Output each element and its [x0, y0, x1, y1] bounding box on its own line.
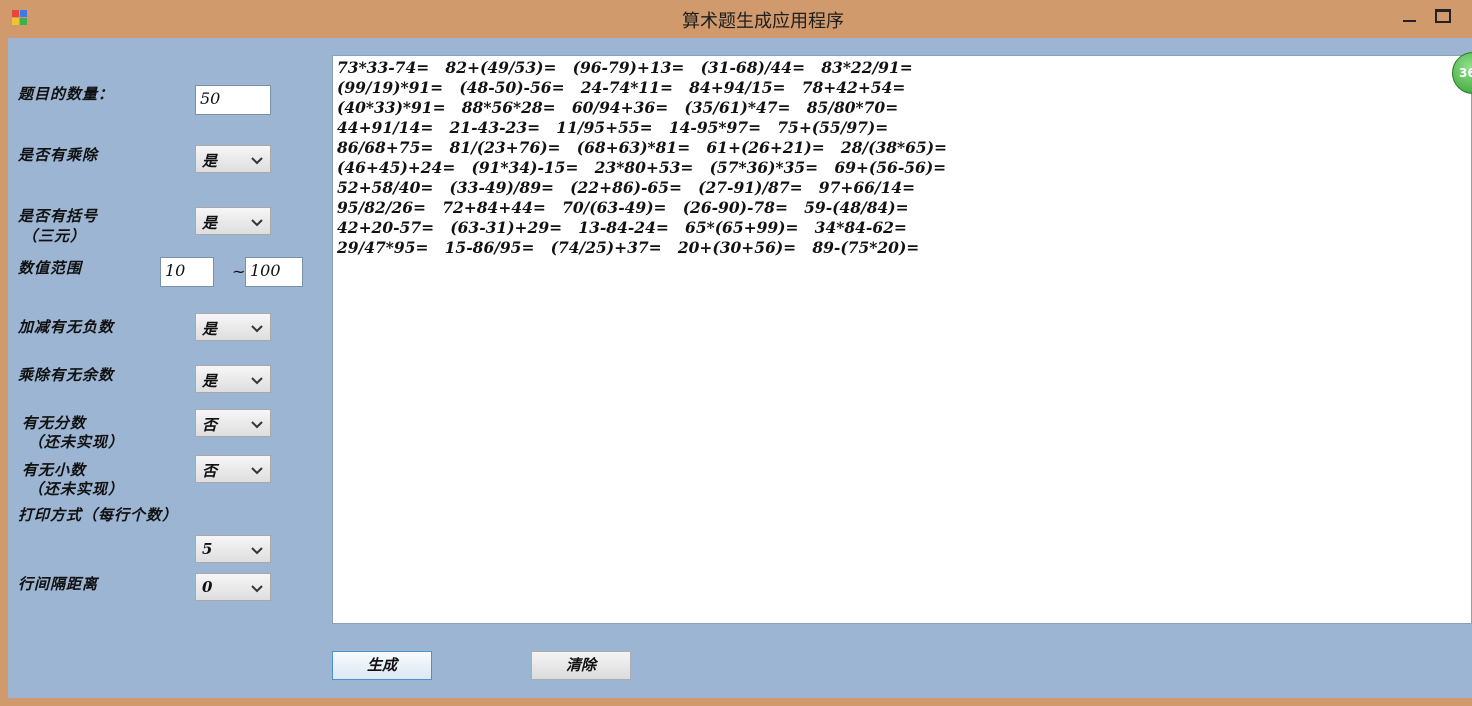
range-max-input[interactable]: 100	[245, 257, 303, 287]
print-mode-value: 5	[202, 540, 213, 558]
muldiv-select[interactable]: 是	[195, 145, 271, 173]
output-textarea[interactable]: 73*33-74= 82+(49/53)= (96-79)+13= (31-68…	[332, 55, 1472, 624]
chevron-down-icon	[251, 421, 263, 429]
paren-value: 是	[202, 214, 218, 232]
remainder-label: 乘除有无余数	[18, 366, 115, 384]
muldiv-label: 是否有乘除	[18, 146, 99, 164]
negative-label: 加减有无负数	[18, 318, 115, 336]
chevron-down-icon	[251, 325, 263, 333]
line-spacing-value: 0	[202, 578, 213, 596]
minimize-icon[interactable]	[1400, 6, 1420, 26]
chevron-down-icon	[251, 219, 263, 227]
output-line: 95/82/26= 72+84+44= 70/(63-49)= (26-90)-…	[337, 198, 909, 217]
decimal-label-note: （还未实现）	[28, 480, 125, 498]
output-line: 52+58/40= (33-49)/89= (22+86)-65= (27-91…	[337, 178, 916, 197]
negative-select[interactable]: 是	[195, 313, 271, 341]
decimal-value: 否	[202, 462, 218, 480]
fraction-label: 有无分数	[22, 414, 87, 432]
output-line: 44+91/14= 21-43-23= 11/95+55= 14-95*97= …	[337, 118, 889, 137]
remainder-value: 是	[202, 372, 218, 390]
paren-label: 是否有括号	[18, 207, 99, 225]
output-line: (46+45)+24= (91*34)-15= 23*80+53= (57*36…	[337, 158, 947, 177]
title-bar: 算术题生成应用程序	[0, 0, 1472, 38]
fraction-label-note: （还未实现）	[28, 433, 125, 451]
maximize-icon[interactable]	[1433, 6, 1453, 26]
range-label: 数值范围	[18, 259, 83, 277]
count-label: 题目的数量：	[18, 85, 115, 103]
main-panel: 题目的数量： 50 是否有乘除 是 是否有括号 （三元） 是 数值范围 10 ~…	[8, 38, 1472, 698]
output-line: 73*33-74= 82+(49/53)= (96-79)+13= (31-68…	[337, 58, 913, 77]
output-line: 86/68+75= 81/(23+76)= (68+63)*81= 61+(26…	[337, 138, 948, 157]
output-line: (40*33)*91= 88*56*28= 60/94+36= (35/61)*…	[337, 98, 899, 117]
decimal-select[interactable]: 否	[195, 455, 271, 483]
chevron-down-icon	[251, 157, 263, 165]
range-separator: ~	[232, 262, 246, 281]
paren-select[interactable]: 是	[195, 207, 271, 235]
generate-button[interactable]: 生成	[332, 651, 432, 680]
fraction-select[interactable]: 否	[195, 409, 271, 437]
remainder-select[interactable]: 是	[195, 365, 271, 393]
negative-value: 是	[202, 320, 218, 338]
clear-button[interactable]: 清除	[531, 651, 631, 680]
line-spacing-select[interactable]: 0	[195, 573, 271, 601]
decimal-label: 有无小数	[22, 461, 87, 479]
fraction-value: 否	[202, 416, 218, 434]
paren-label-note: （三元）	[22, 227, 87, 245]
line-spacing-label: 行间隔距离	[18, 575, 99, 593]
range-min-input[interactable]: 10	[160, 257, 214, 287]
output-line: 29/47*95= 15-86/95= (74/25)+37= 20+(30+5…	[337, 238, 920, 257]
count-input[interactable]: 50	[195, 85, 271, 115]
chevron-down-icon	[251, 467, 263, 475]
window-title: 算术题生成应用程序	[682, 11, 844, 32]
chevron-down-icon	[251, 547, 263, 555]
output-line: (99/19)*91= (48-50)-56= 24-74*11= 84+94/…	[337, 78, 906, 97]
print-mode-label: 打印方式（每行个数）	[18, 506, 179, 524]
muldiv-value: 是	[202, 152, 218, 170]
chevron-down-icon	[251, 585, 263, 593]
output-line: 42+20-57= (63-31)+29= 13-84-24= 65*(65+9…	[337, 218, 907, 237]
chevron-down-icon	[251, 377, 263, 385]
print-mode-select[interactable]: 5	[195, 535, 271, 563]
